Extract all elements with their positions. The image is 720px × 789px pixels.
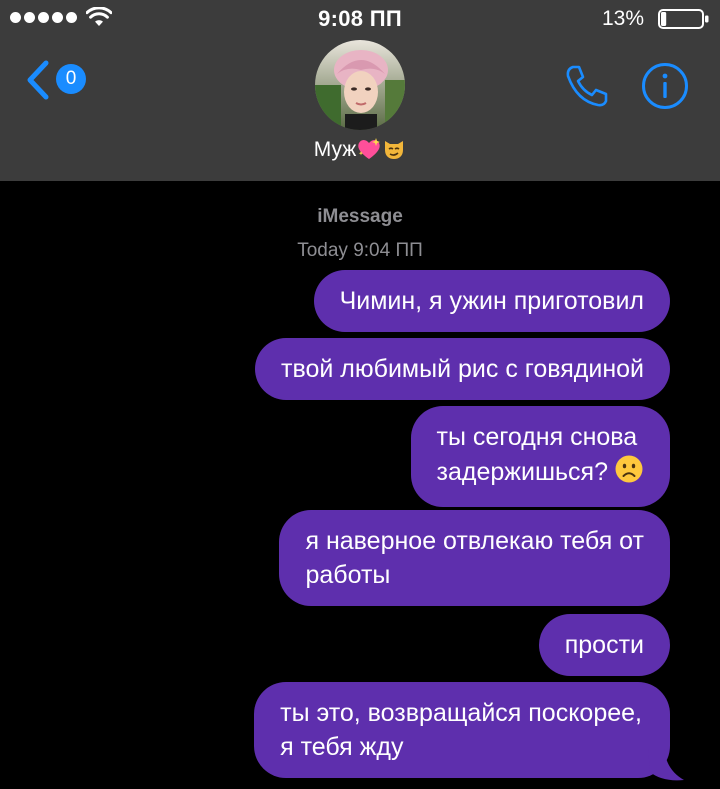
message-text: я наверное отвлекаю тебя от (305, 527, 644, 555)
message-bubble[interactable]: прости (538, 614, 670, 676)
message-text: работы (305, 561, 391, 589)
frowning-face-icon (614, 454, 644, 493)
smirking-cat-icon (382, 137, 406, 167)
info-button[interactable] (641, 62, 689, 110)
message-bubble[interactable]: я наверное отвлекаю тебя от работы (279, 510, 670, 606)
message-text: твой любимый рис с говядиной (281, 355, 644, 383)
message-text: ты сегодня снова (436, 423, 638, 451)
info-icon (642, 63, 688, 109)
message-timestamp: Today 9:04 ПП (297, 240, 423, 261)
status-bar: 9:08 ПП 13% (0, 0, 720, 40)
message-bubble[interactable]: Чимин, я ужин приготовил (313, 270, 670, 332)
battery-percent: 13% (601, 7, 644, 30)
message-bubble[interactable]: ты это, возвращайся поскорее, я тебя жду (254, 682, 670, 778)
message-text: ты это, возвращайся поскорее, (280, 699, 642, 727)
avatar-photo (315, 40, 405, 130)
message-text: я тебя жду (280, 733, 404, 761)
contact-name[interactable]: Муж (0, 137, 720, 167)
phone-icon (566, 65, 608, 107)
sparkling-heart-icon (356, 137, 382, 167)
back-button[interactable]: 0 (26, 58, 92, 102)
message-text: задержишься? (436, 458, 608, 486)
call-button[interactable] (563, 63, 609, 109)
contact-name-text: Муж (313, 138, 357, 161)
message-text: Чимин, я ужин приготовил (339, 287, 644, 315)
conversation-header: 9:08 ПП 13% 0 Муж (0, 0, 720, 181)
chevron-left-icon (27, 60, 49, 100)
battery-icon (658, 9, 709, 29)
message-text: прости (564, 631, 644, 659)
unread-count-badge: 0 (56, 64, 86, 94)
message-bubble[interactable]: ты сегодня снова задержишься? (410, 406, 670, 507)
service-label: iMessage (317, 206, 403, 227)
contact-avatar[interactable] (315, 40, 405, 130)
message-bubble[interactable]: твой любимый рис с говядиной (255, 338, 670, 400)
bubble-tail (648, 748, 684, 781)
